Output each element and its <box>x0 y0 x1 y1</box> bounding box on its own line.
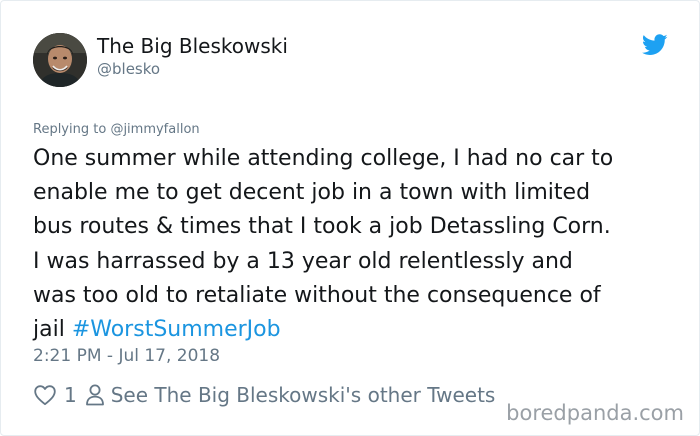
see-other-tweets-link[interactable]: See The Big Bleskowski's other Tweets <box>111 383 496 407</box>
like-count: 1 <box>64 383 77 407</box>
tweet-card: The Big Bleskowski @blesko Replying to @… <box>0 0 700 436</box>
display-name[interactable]: The Big Bleskowski <box>97 34 288 58</box>
replying-mention-link[interactable]: @jimmyfallon <box>110 122 199 137</box>
avatar[interactable] <box>33 33 87 87</box>
tweet-line: jail <box>33 317 65 343</box>
tweet-line: I was harrassed by a 13 year old relentl… <box>33 248 573 274</box>
heart-outline-icon[interactable] <box>33 383 57 407</box>
tweet-timestamp[interactable]: 2:21 PM - Jul 17, 2018 <box>33 345 220 367</box>
tweet-line: One summer while attending college, I ha… <box>33 146 614 171</box>
person-outline-icon <box>85 384 104 406</box>
replying-prefix: Replying to <box>33 122 107 137</box>
tweet-actions: 1 See The Big Bleskowski's other Tweets <box>33 381 495 409</box>
tweet-line: was too old to retaliate without the con… <box>33 282 601 308</box>
replying-to: Replying to @jimmyfallon <box>33 122 200 138</box>
user-handle[interactable]: @blesko <box>97 60 160 78</box>
tweet-line: enable me to get decent job in a town wi… <box>33 180 591 206</box>
tweet-last-line: jail #WorstSummerJob <box>33 313 683 347</box>
watermark: boredpanda.com <box>506 401 684 425</box>
twitter-bird-icon[interactable] <box>642 34 668 56</box>
avatar-image <box>33 33 87 87</box>
tweet-line: bus routes & times that I took a job Det… <box>33 214 611 240</box>
tweet-text: One summer while attending college, I ha… <box>33 142 683 347</box>
hashtag-link[interactable]: #WorstSummerJob <box>72 317 281 342</box>
